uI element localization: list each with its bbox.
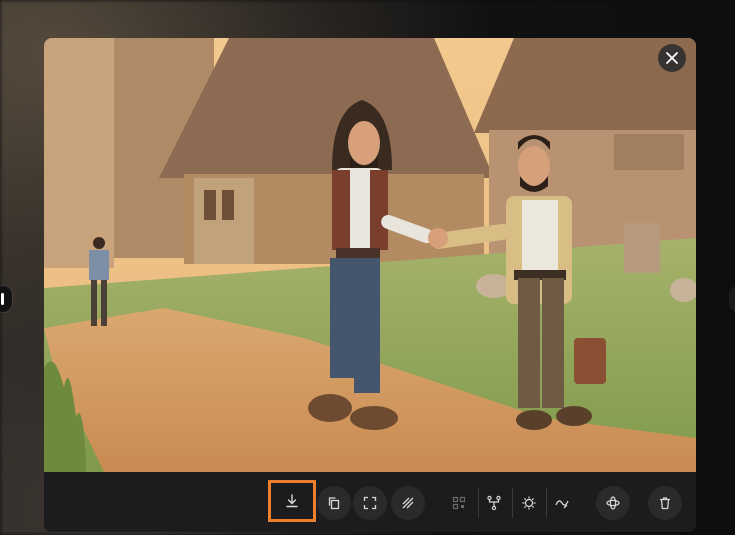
wave-icon — [555, 500, 569, 509]
pattern-button[interactable] — [391, 486, 425, 520]
hatch-icon — [402, 497, 414, 509]
generated-image — [44, 38, 696, 472]
branch-icon — [487, 495, 501, 511]
branch-button[interactable] — [477, 486, 511, 520]
variation-button[interactable] — [545, 486, 579, 520]
trash-icon — [660, 497, 670, 510]
next-arrow[interactable] — [729, 286, 735, 312]
image-viewer-modal — [44, 38, 696, 532]
expand-icon — [363, 496, 377, 510]
close-icon — [666, 52, 678, 64]
delete-button[interactable] — [648, 486, 682, 520]
download-button[interactable] — [268, 480, 316, 522]
copy-icon — [328, 497, 340, 510]
close-button[interactable] — [658, 44, 686, 72]
previous-arrow[interactable] — [0, 286, 12, 312]
orbit-icon — [606, 496, 620, 510]
qr-button[interactable] — [442, 486, 476, 520]
image-toolbar — [44, 472, 696, 532]
expand-button[interactable] — [353, 486, 387, 520]
copy-button[interactable] — [317, 486, 351, 520]
remix-button[interactable] — [596, 486, 630, 520]
download-icon — [286, 494, 298, 508]
enhance-button[interactable] — [512, 486, 546, 520]
qr-icon — [452, 496, 466, 510]
sparkle-icon — [522, 496, 536, 510]
